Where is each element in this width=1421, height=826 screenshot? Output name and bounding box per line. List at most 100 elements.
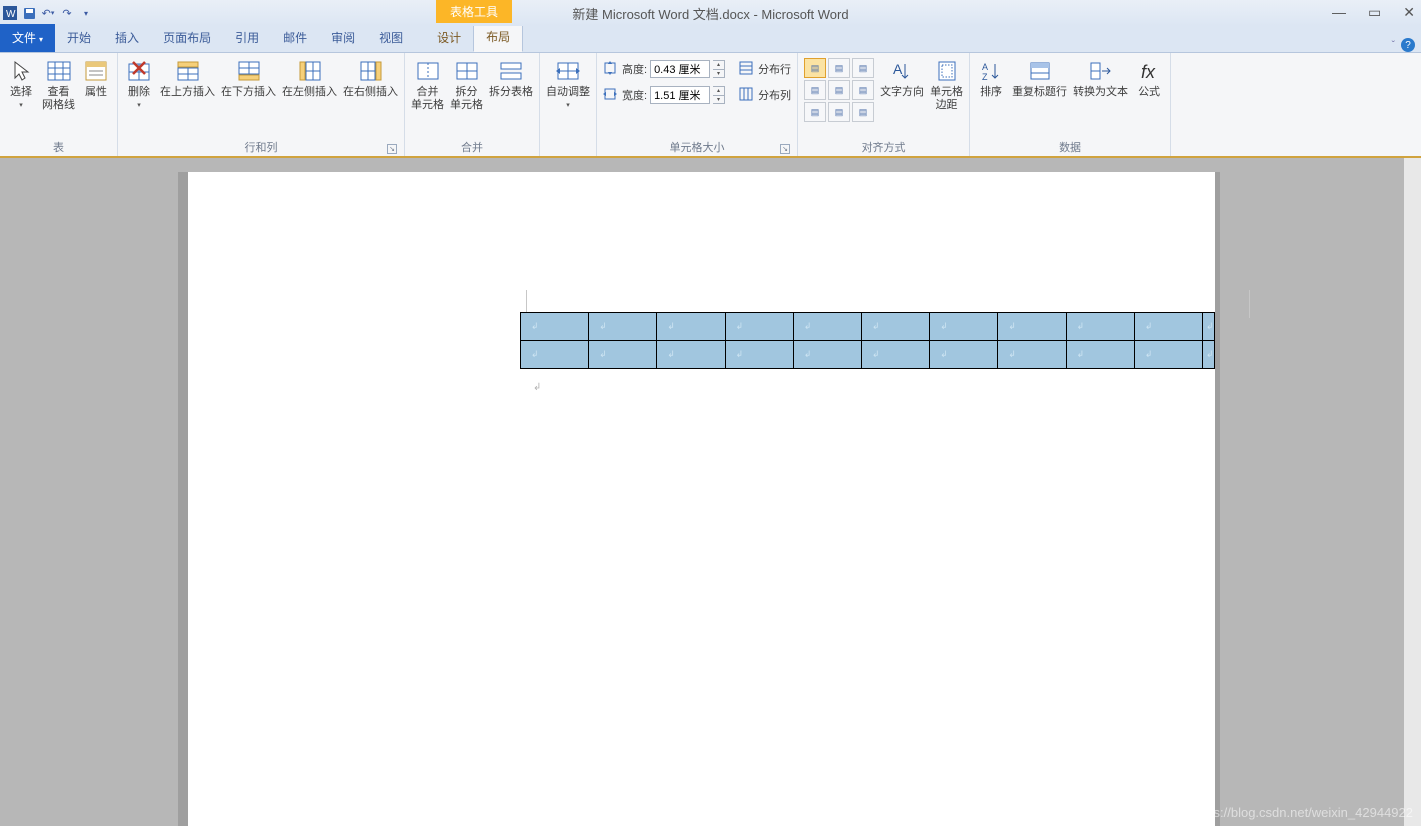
formula-icon: fx	[1135, 58, 1163, 84]
insert-above-button[interactable]: 在上方插入	[160, 58, 215, 99]
delete-button[interactable]: 删除 ▾	[124, 58, 154, 109]
maximize-button[interactable]: ▭	[1368, 4, 1381, 21]
tab-view[interactable]: 视图	[367, 24, 415, 52]
insert-right-icon	[357, 58, 385, 84]
undo-icon[interactable]: ↶▾	[40, 5, 56, 21]
ribbon-minimize-icon[interactable]: ˇ	[1392, 40, 1395, 51]
group-merge: 合并 单元格 拆分 单元格 拆分表格 合并	[405, 53, 540, 156]
ribbon-tab-bar: 文件 开始 插入 页面布局 引用 邮件 审阅 视图 设计 布局 ˇ ?	[0, 26, 1421, 53]
pointer-icon	[7, 58, 35, 84]
tab-file[interactable]: 文件	[0, 24, 55, 52]
autofit-button[interactable]: 自动调整 ▾	[546, 58, 590, 109]
align-middle-left[interactable]: ▤	[804, 80, 826, 100]
properties-button[interactable]: 属性	[81, 58, 111, 99]
tab-mailings[interactable]: 邮件	[271, 24, 319, 52]
col-width-icon	[603, 87, 619, 103]
tab-review[interactable]: 审阅	[319, 24, 367, 52]
insert-below-button[interactable]: 在下方插入	[221, 58, 276, 99]
rowscols-launcher[interactable]: ↘	[387, 144, 397, 154]
cellsize-launcher[interactable]: ↘	[780, 144, 790, 154]
distribute-rows-button[interactable]: 分布行	[739, 58, 791, 80]
vertical-scrollbar[interactable]	[1404, 158, 1421, 826]
qat-customize-icon[interactable]: ▾	[78, 5, 94, 21]
row-height-input[interactable]	[650, 60, 710, 78]
align-middle-center[interactable]: ▤	[828, 80, 850, 100]
minimize-button[interactable]: —	[1332, 4, 1346, 21]
tab-design[interactable]: 设计	[425, 24, 473, 52]
window-controls: — ▭ ✕	[1332, 4, 1415, 21]
view-gridlines-button[interactable]: 查看 网格线	[42, 58, 75, 112]
align-top-left[interactable]: ▤	[804, 58, 826, 78]
insert-below-icon	[235, 58, 263, 84]
align-top-right[interactable]: ▤	[852, 58, 874, 78]
help-icon[interactable]: ?	[1401, 38, 1415, 52]
align-middle-right[interactable]: ▤	[852, 80, 874, 100]
align-bottom-left[interactable]: ▤	[804, 102, 826, 122]
height-spinner[interactable]: ▴▾	[713, 60, 725, 78]
tab-home[interactable]: 开始	[55, 24, 103, 52]
width-label: 宽度:	[622, 87, 647, 103]
autofit-icon	[554, 58, 582, 84]
group-data: AZ 排序 重复标题行 转换为文本 fx 公式 数据	[970, 53, 1171, 156]
repeat-header-button[interactable]: 重复标题行	[1012, 58, 1067, 99]
align-top-center[interactable]: ▤	[828, 58, 850, 78]
selected-table[interactable]: ↲↲↲↲↲↲↲↲↲↲↲ ↲↲↲↲↲↲↲↲↲↲↲	[520, 312, 1215, 369]
document-workspace: ↲↲↲↲↲↲↲↲↲↲↲ ↲↲↲↲↲↲↲↲↲↲↲ ↲	[0, 158, 1421, 826]
delete-icon	[125, 58, 153, 84]
group-alignment: ▤ ▤ ▤ ▤ ▤ ▤ ▤ ▤ ▤ A 文字方向 单元格 边距 对齐方式	[798, 53, 970, 156]
group-cell-size: 高度: ▴▾ 宽度: ▴▾ 分布行 分布列	[597, 53, 798, 156]
svg-text:W: W	[6, 9, 16, 20]
insert-left-icon	[296, 58, 324, 84]
redo-icon[interactable]: ↷	[59, 5, 75, 21]
select-button[interactable]: 选择 ▾	[6, 58, 36, 109]
merge-cells-button[interactable]: 合并 单元格	[411, 58, 444, 112]
sort-icon: AZ	[977, 58, 1005, 84]
col-width-input[interactable]	[650, 86, 710, 104]
repeat-header-icon	[1026, 58, 1054, 84]
table-row[interactable]: ↲↲↲↲↲↲↲↲↲↲↲	[521, 341, 1215, 369]
split-cells-icon	[453, 58, 481, 84]
distribute-rows-icon	[739, 61, 755, 77]
convert-to-text-button[interactable]: 转换为文本	[1073, 58, 1128, 99]
properties-icon	[82, 58, 110, 84]
group-table: 选择 ▾ 查看 网格线 属性 表	[0, 53, 118, 156]
insert-right-button[interactable]: 在右侧插入	[343, 58, 398, 99]
sort-button[interactable]: AZ 排序	[976, 58, 1006, 99]
text-direction-button[interactable]: A 文字方向	[880, 58, 924, 99]
quick-access-toolbar: W ↶▾ ↷ ▾	[2, 5, 94, 21]
width-spinner[interactable]: ▴▾	[713, 86, 725, 104]
table-row[interactable]: ↲↲↲↲↲↲↲↲↲↲↲	[521, 313, 1215, 341]
alignment-grid: ▤ ▤ ▤ ▤ ▤ ▤ ▤ ▤ ▤	[804, 58, 874, 122]
group-rows-columns: 删除 ▾ 在上方插入 在下方插入 在左侧插入 在右侧插入 行和列↘	[118, 53, 405, 156]
split-cells-button[interactable]: 拆分 单元格	[450, 58, 483, 112]
tab-pagelayout[interactable]: 页面布局	[151, 24, 223, 52]
svg-text:A: A	[893, 61, 903, 77]
gridlines-icon	[45, 58, 73, 84]
svg-text:A: A	[982, 62, 988, 72]
tab-references[interactable]: 引用	[223, 24, 271, 52]
ribbon: 选择 ▾ 查看 网格线 属性 表 删除 ▾ 在上方插入	[0, 53, 1421, 158]
svg-text:fx: fx	[1141, 62, 1156, 82]
save-icon[interactable]	[21, 5, 37, 21]
cell-margins-button[interactable]: 单元格 边距	[930, 58, 963, 112]
insert-left-button[interactable]: 在左侧插入	[282, 58, 337, 99]
row-height-icon	[603, 61, 619, 77]
document-page[interactable]: ↲↲↲↲↲↲↲↲↲↲↲ ↲↲↲↲↲↲↲↲↲↲↲ ↲	[188, 172, 1215, 826]
tab-layout[interactable]: 布局	[473, 22, 523, 52]
align-bottom-right[interactable]: ▤	[852, 102, 874, 122]
svg-text:Z: Z	[982, 72, 988, 82]
distribute-cols-button[interactable]: 分布列	[739, 84, 791, 106]
split-table-button[interactable]: 拆分表格	[489, 58, 533, 99]
close-button[interactable]: ✕	[1403, 4, 1415, 21]
window-title: 新建 Microsoft Word 文档.docx - Microsoft Wo…	[572, 4, 848, 23]
text-direction-icon: A	[888, 58, 916, 84]
formula-button[interactable]: fx 公式	[1134, 58, 1164, 99]
height-label: 高度:	[622, 61, 647, 77]
group-autofit: 自动调整 ▾	[540, 53, 597, 156]
paragraph-mark: ↲	[533, 382, 541, 393]
word-app-icon: W	[2, 5, 18, 21]
merge-cells-icon	[414, 58, 442, 84]
tab-insert[interactable]: 插入	[103, 24, 151, 52]
cell-margins-icon	[933, 58, 961, 84]
align-bottom-center[interactable]: ▤	[828, 102, 850, 122]
